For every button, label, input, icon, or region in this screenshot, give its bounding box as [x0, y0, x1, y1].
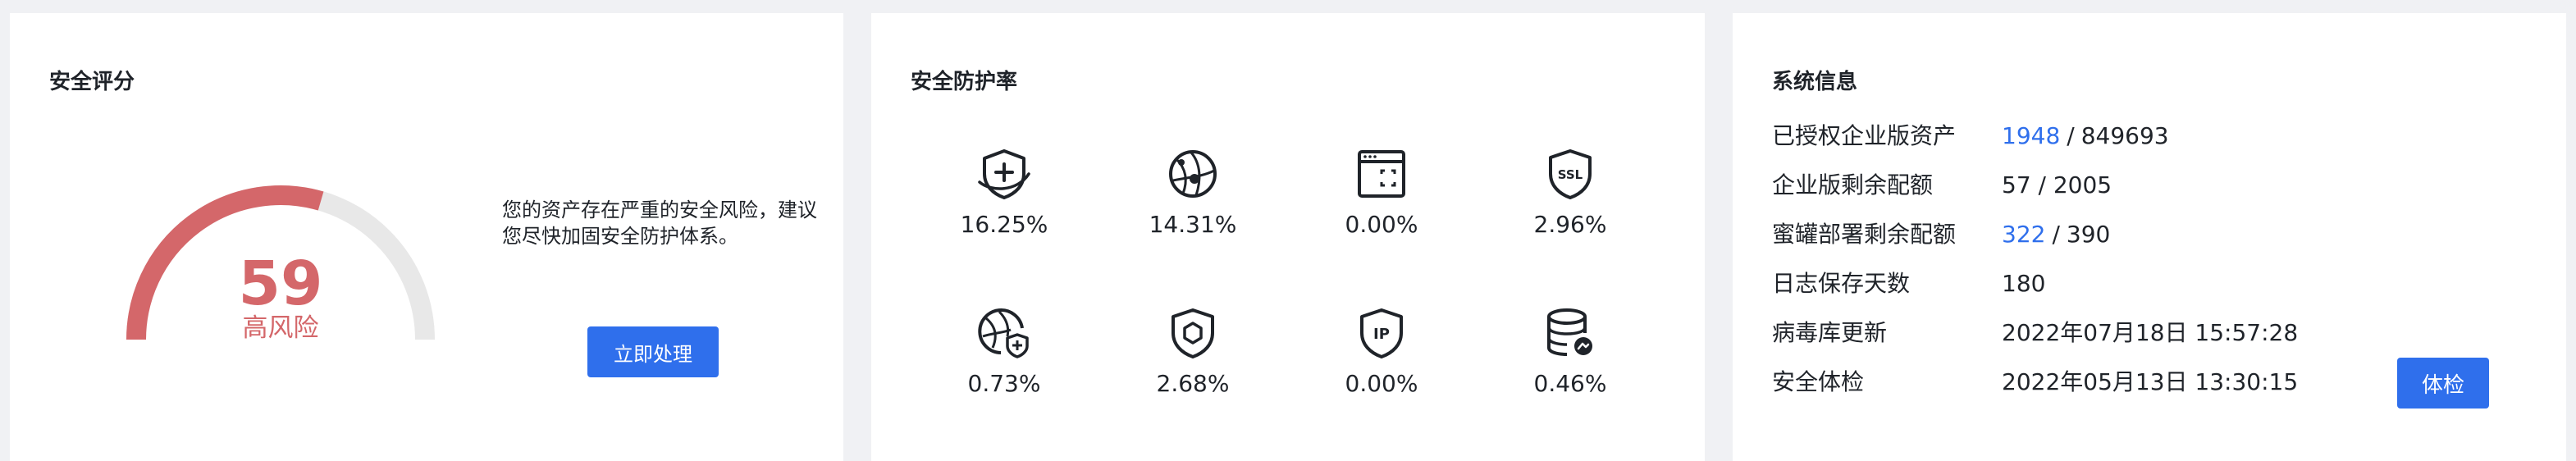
- browser-window-icon: [1358, 150, 1405, 198]
- globe-network-icon: [1169, 150, 1217, 198]
- protection-item[interactable]: 0.73%: [922, 304, 1086, 399]
- protection-item[interactable]: 0.46%: [1488, 304, 1652, 399]
- log-retention-row: 日志保存天数 180: [1772, 267, 2510, 300]
- authorized-assets-link[interactable]: 1948: [2002, 122, 2060, 149]
- protection-rate-title: 安全防护率: [911, 70, 1018, 94]
- globe-shield-icon: [978, 308, 1029, 358]
- protection-rate-value: 0.73%: [967, 370, 1041, 397]
- shield-plus-icon: [978, 149, 1030, 199]
- row-value: 322 /390: [2002, 218, 2110, 251]
- security-score-card: 安全评分 59 高风险 您的资产存在严重的安全风险，建议您尽快加固安全防护体系。…: [10, 13, 843, 461]
- virus-db-update-row: 病毒库更新 2022年07月18日 15:57:28: [1772, 317, 2510, 349]
- row-label: 病毒库更新: [1772, 319, 1888, 346]
- svg-text:SSL: SSL: [1558, 167, 1583, 182]
- enterprise-quota-row: 企业版剩余配额 57 / 2005: [1772, 169, 2510, 202]
- protection-rate-value: 14.31%: [1149, 211, 1237, 238]
- value-separator: /: [2067, 122, 2075, 149]
- row-label: 安全体检: [1772, 368, 1865, 395]
- enterprise-assets-row: 已授权企业版资产 1948 /849693: [1772, 120, 2510, 153]
- honeypot-quota-row: 蜜罐部署剩余配额 322 /390: [1772, 218, 2510, 251]
- protection-rate-value: 0.00%: [1345, 370, 1418, 397]
- security-score-title: 安全评分: [49, 70, 135, 94]
- row-label: 日志保存天数: [1772, 270, 1911, 297]
- honeypot-used-link[interactable]: 322: [2002, 221, 2045, 248]
- protection-rate-value: 0.46%: [1533, 370, 1607, 397]
- checkup-button[interactable]: 体检: [2397, 358, 2489, 409]
- value-separator: /: [2052, 221, 2060, 248]
- total-assets: 849693: [2080, 122, 2169, 149]
- system-info-card: 系统信息 已授权企业版资产 1948/849693 企业版剩余配额 57 / 2…: [1733, 13, 2566, 461]
- row-label: 蜜罐部署剩余配额: [1772, 221, 1957, 248]
- protection-rate-value: 2.96%: [1533, 211, 1607, 238]
- protection-item[interactable]: SSL 2.96%: [1488, 144, 1652, 240]
- system-info-title: 系统信息: [1772, 70, 1858, 94]
- row-value: 180: [2002, 270, 2046, 297]
- row-label: 企业版剩余配额: [1772, 171, 1934, 199]
- risk-level-label: 高风险: [242, 313, 319, 343]
- ssl-shield-icon: SSL: [1549, 149, 1592, 199]
- protection-rate-value: 2.68%: [1156, 370, 1230, 397]
- row-label: 已授权企业版资产: [1772, 122, 1957, 149]
- svg-text:IP: IP: [1373, 326, 1390, 343]
- row-value: 2022年07月18日 15:57:28: [2002, 319, 2299, 346]
- score-gauge: 59 高风险: [108, 169, 453, 358]
- protection-item[interactable]: 2.68%: [1111, 304, 1275, 399]
- score-value: 59: [238, 249, 323, 319]
- protection-item[interactable]: IP 0.00%: [1299, 304, 1464, 399]
- ip-shield-icon: IP: [1360, 308, 1403, 358]
- row-value: 57 / 2005: [2002, 171, 2112, 199]
- database-icon: [1547, 308, 1592, 356]
- handle-now-button[interactable]: 立即处理: [587, 326, 719, 377]
- protection-rate-value: 0.00%: [1345, 211, 1418, 238]
- protection-item[interactable]: 16.25%: [922, 144, 1086, 240]
- row-value: 2022年05月13日 13:30:15: [2002, 368, 2299, 395]
- protection-rate-card: 安全防护率 16.25% 14.31% 0.00% SSL 2.96% 0.73…: [871, 13, 1705, 461]
- hexagon-shield-icon: [1172, 308, 1214, 358]
- protection-item[interactable]: 14.31%: [1111, 144, 1275, 240]
- risk-description: 您的资产存在严重的安全风险，建议您尽快加固安全防护体系。: [502, 199, 817, 248]
- row-value: 1948 /849693: [2002, 120, 2169, 153]
- protection-item[interactable]: 0.00%: [1299, 144, 1464, 240]
- protection-rate-value: 16.25%: [960, 211, 1048, 238]
- honeypot-total: 390: [2066, 221, 2111, 248]
